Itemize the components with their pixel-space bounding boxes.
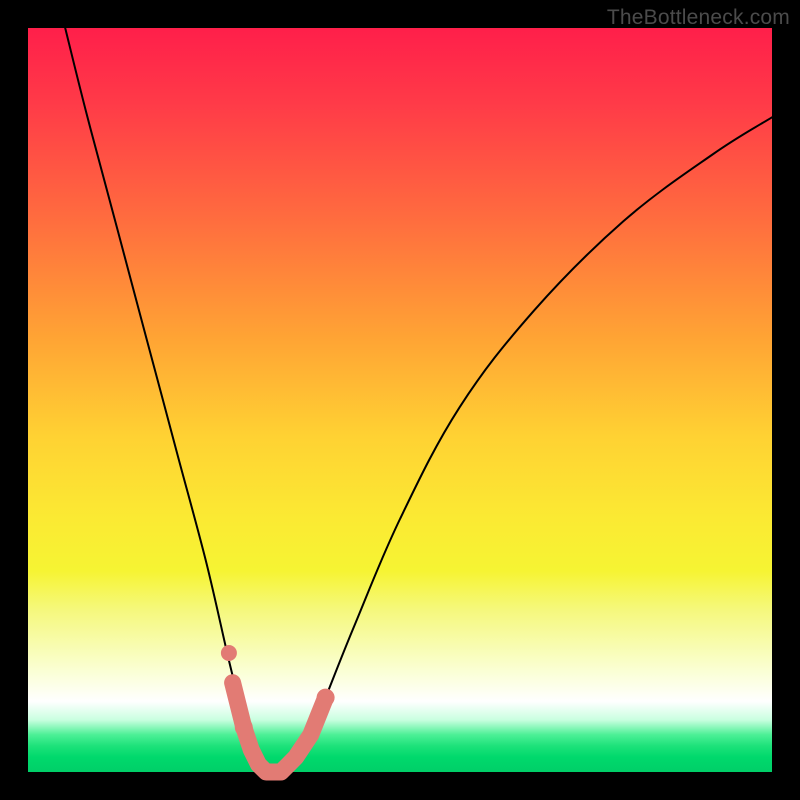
trough-marker-dot [221,645,237,661]
curve-layer [28,28,772,772]
trough-marker-dot [235,718,253,736]
plot-area [28,28,772,772]
chart-frame: TheBottleneck.com [0,0,800,800]
trough-marker-group [221,645,335,772]
watermark-text: TheBottleneck.com [607,6,790,30]
trough-marker-dot [317,689,335,707]
bottleneck-curve-path [65,28,772,773]
